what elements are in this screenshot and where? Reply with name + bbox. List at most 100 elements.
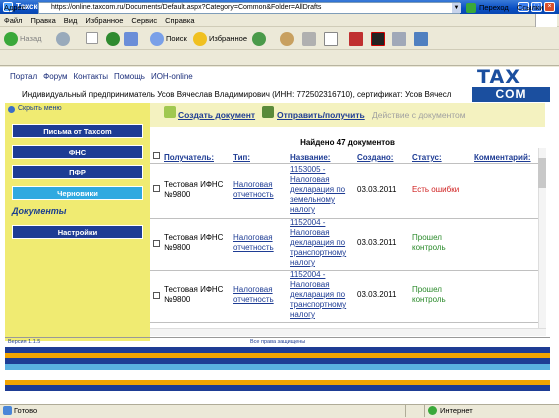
nav-portal[interactable]: Портал	[10, 72, 37, 81]
media-icon[interactable]	[252, 32, 266, 46]
back-button-label[interactable]: Назад	[20, 31, 42, 47]
go-button[interactable]: Переход	[479, 3, 509, 12]
found-count: Найдено 47 документов	[300, 138, 395, 147]
messenger-icon[interactable]	[414, 32, 428, 46]
menu-help[interactable]: Справка	[161, 14, 198, 27]
documents-table: Получатель: Тип: Название: Создано: Стат…	[150, 148, 538, 328]
menu-bar: Файл Правка Вид Избранное Сервис Справка	[0, 14, 559, 27]
send-receive-link[interactable]: Отправить/получить	[277, 110, 365, 120]
footer-stripe-blue	[5, 385, 550, 391]
header-comment[interactable]: Комментарий:	[474, 153, 531, 162]
row-recipient: Тестовая ИФНС №9800	[164, 285, 224, 304]
footer-divider	[5, 337, 550, 338]
nav-forum[interactable]: Форум	[43, 72, 67, 81]
nav-help[interactable]: Помощь	[114, 72, 145, 81]
close-button[interactable]: ×	[544, 2, 555, 12]
hide-menu-icon[interactable]	[8, 106, 15, 113]
favorites-button-label[interactable]: Избранное	[209, 31, 247, 47]
create-document-icon[interactable]	[164, 106, 176, 118]
red-flag-icon[interactable]	[349, 32, 363, 46]
row-divider	[150, 163, 538, 164]
document-action-disabled: Действие с документом	[372, 110, 466, 120]
address-label: Адрес:	[4, 3, 28, 12]
row-checkbox[interactable]	[153, 185, 160, 192]
sidebar-item-pfr[interactable]: ПФР	[12, 165, 143, 179]
refresh-icon[interactable]	[106, 32, 120, 46]
menu-edit[interactable]: Правка	[26, 14, 59, 27]
row-name-link[interactable]: 1152004 - Налоговая декларация по транспорт…	[290, 270, 346, 320]
header-recipient[interactable]: Получатель:	[164, 153, 214, 162]
favorites-star-icon[interactable]	[193, 32, 207, 46]
menu-tools[interactable]: Сервис	[127, 14, 161, 27]
row-recipient: Тестовая ИФНС №9800	[164, 180, 224, 199]
row-name-link[interactable]: 1153005 - Налоговая декларация по земельном…	[290, 165, 345, 215]
page-icon	[3, 406, 12, 415]
home-icon[interactable]	[124, 32, 138, 46]
sidebar-item-settings[interactable]: Настройки	[12, 225, 143, 239]
toolbar: Назад Поиск Избранное	[0, 28, 559, 50]
nav-contacts[interactable]: Контакты	[73, 72, 108, 81]
select-all-checkbox[interactable]	[153, 152, 160, 159]
nav-ion-online[interactable]: ИОН-online	[151, 72, 193, 81]
search-icon[interactable]	[150, 32, 164, 46]
status-divider	[424, 405, 425, 417]
hide-menu-link[interactable]: Скрыть меню	[18, 105, 62, 112]
tool-icon[interactable]	[392, 32, 406, 46]
row-checkbox[interactable]	[153, 292, 160, 299]
links-button[interactable]: Ссылки	[517, 3, 543, 12]
address-input[interactable]: https://online.taxcom.ru/Documents/Defau…	[38, 2, 460, 14]
create-document-link[interactable]: Создать документ	[178, 110, 255, 120]
row-created-date: 03.03.2011	[357, 238, 397, 247]
header-status[interactable]: Статус:	[412, 153, 442, 162]
user-info: Индивидуальный предприниматель Усов Вяче…	[22, 90, 452, 99]
status-divider	[405, 405, 406, 417]
stop-icon[interactable]	[86, 32, 98, 44]
internet-globe-icon	[428, 406, 437, 415]
row-created-date: 03.03.2011	[357, 290, 397, 299]
sidebar-item-drafts[interactable]: Черновики	[12, 186, 143, 200]
security-zone-text: Интернет	[440, 406, 473, 415]
mail-icon[interactable]	[280, 32, 294, 46]
forward-arrow-icon[interactable]	[56, 32, 70, 46]
menu-file[interactable]: Файл	[0, 14, 26, 27]
row-type-link[interactable]: Налоговая отчетность	[233, 233, 274, 253]
address-dropdown-icon[interactable]: ▼	[452, 3, 461, 13]
row-divider	[150, 322, 538, 323]
row-type-link[interactable]: Налоговая отчетность	[233, 180, 274, 200]
top-navigation: Портал Форум Контакты Помощь ИОН-online	[10, 72, 199, 81]
row-status: Есть ошибки	[412, 185, 460, 194]
footer-stripe-white	[5, 370, 550, 380]
windows-logo-icon	[535, 14, 557, 27]
header-created[interactable]: Создано:	[357, 153, 393, 162]
sidebar-item-taxcom-letters[interactable]: Письма от Taxcom	[12, 124, 143, 138]
menu-view[interactable]: Вид	[60, 14, 82, 27]
row-recipient: Тестовая ИФНС №9800	[164, 233, 224, 252]
scrollbar-thumb[interactable]	[538, 158, 546, 188]
logo-com: COM	[472, 87, 550, 102]
send-receive-icon[interactable]	[262, 106, 274, 118]
edit-icon[interactable]	[324, 32, 338, 46]
menu-favorites[interactable]: Избранное	[81, 14, 127, 27]
row-name-link[interactable]: 1152004 - Налоговая декларация по транспорт…	[290, 218, 346, 268]
row-checkbox[interactable]	[153, 240, 160, 247]
search-button-label[interactable]: Поиск	[166, 31, 187, 47]
status-bar	[0, 404, 559, 418]
taxcom-logo: TAX COM	[472, 66, 550, 102]
horizontal-scrollbar[interactable]	[150, 328, 546, 336]
status-text: Готово	[14, 406, 38, 415]
k-icon[interactable]	[371, 32, 385, 46]
sidebar-item-fns[interactable]: ФНС	[12, 145, 143, 159]
row-status: Прошел контроль	[412, 285, 446, 304]
rights-text: Все права защищены	[250, 339, 306, 345]
header-name[interactable]: Название:	[290, 153, 330, 162]
header-type[interactable]: Тип:	[233, 153, 250, 162]
sidebar-section-documents: Документы	[12, 206, 67, 216]
logo-tax: TAX	[477, 66, 521, 88]
row-created-date: 03.03.2011	[357, 185, 397, 194]
address-bar	[0, 50, 559, 66]
go-arrow-icon[interactable]	[466, 3, 476, 13]
print-icon[interactable]	[302, 32, 316, 46]
version-text: Версия 1.1.5	[8, 339, 41, 345]
row-type-link[interactable]: Налоговая отчетность	[233, 285, 274, 305]
back-arrow-icon[interactable]	[4, 32, 18, 46]
